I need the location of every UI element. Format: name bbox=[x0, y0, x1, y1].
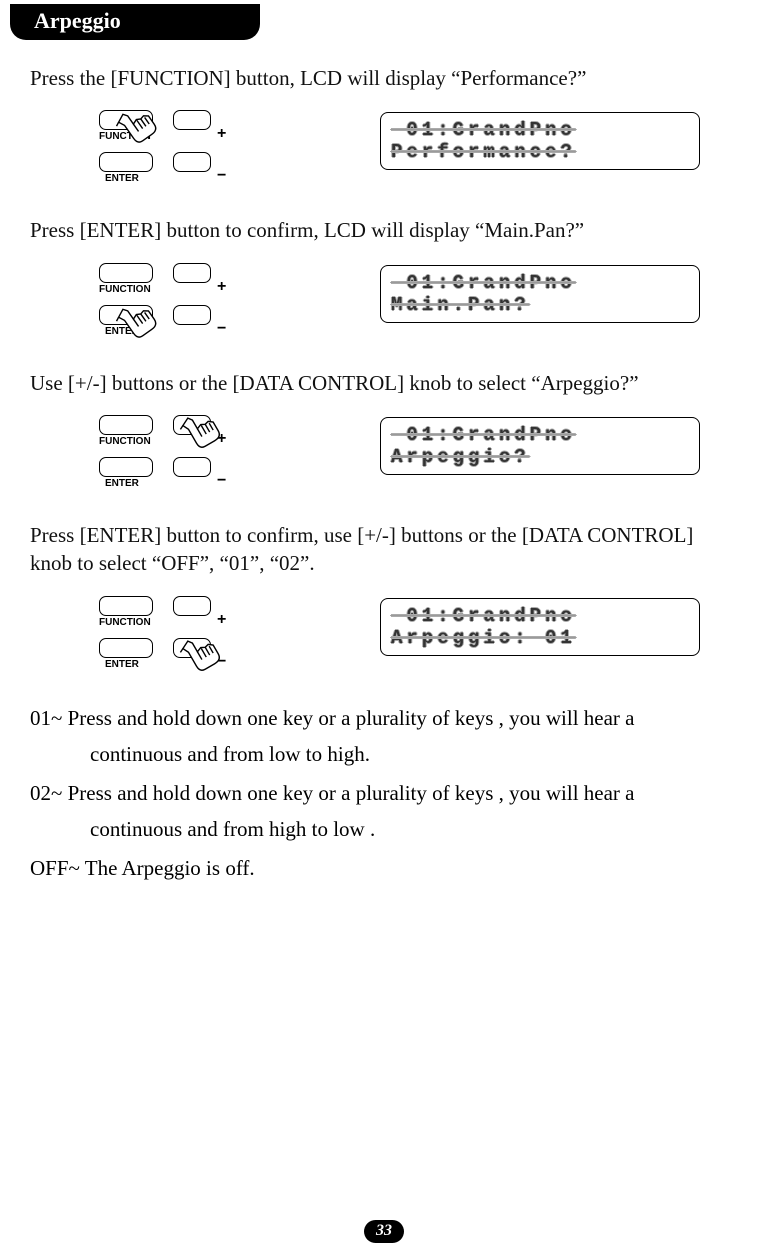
plus-button[interactable] bbox=[173, 596, 211, 616]
button-panel-3: FUNCTION ENTER + − bbox=[95, 413, 285, 491]
function-button[interactable] bbox=[99, 415, 153, 435]
hand-icon bbox=[109, 96, 165, 152]
lcd-3: 01:GrandPno Arpeggio? bbox=[380, 417, 700, 475]
lcd-1: 01:GrandPno Performance? bbox=[380, 112, 700, 170]
enter-button[interactable] bbox=[99, 457, 153, 477]
step-row-1: FUNCTION ENTER + − 01:GrandPno Performan… bbox=[0, 102, 768, 192]
lcd-line: 01:GrandPno bbox=[391, 605, 689, 627]
minus-sign: − bbox=[217, 168, 226, 184]
lcd-line: Main.Pan? bbox=[391, 294, 689, 316]
instruction-1: Press the [FUNCTION] button, LCD will di… bbox=[30, 64, 738, 92]
enter-label: ENTER bbox=[105, 174, 139, 184]
function-button[interactable] bbox=[99, 596, 153, 616]
minus-button[interactable] bbox=[173, 457, 211, 477]
plus-sign: + bbox=[217, 612, 226, 628]
button-panel-4: FUNCTION ENTER + − bbox=[95, 594, 285, 672]
page-number: 33 bbox=[364, 1220, 404, 1243]
step-row-3: FUNCTION ENTER + − 01:GrandPno Arpeggio? bbox=[0, 407, 768, 497]
plus-sign: + bbox=[217, 279, 226, 295]
button-panel-2: FUNCTION ENTER + − bbox=[95, 261, 285, 339]
desc-01-line2: continuous and from low to high. bbox=[90, 738, 370, 771]
desc-02-line1: 02~ Press and hold down one key or a plu… bbox=[30, 777, 738, 810]
desc-01-line1: 01~ Press and hold down one key or a plu… bbox=[30, 702, 738, 735]
hand-icon bbox=[109, 291, 165, 347]
button-panel-1: FUNCTION ENTER + − bbox=[95, 108, 285, 186]
plus-sign: + bbox=[217, 126, 226, 142]
enter-button[interactable] bbox=[99, 638, 153, 658]
minus-sign: − bbox=[217, 473, 226, 489]
function-button[interactable] bbox=[99, 263, 153, 283]
instruction-3: Use [+/-] buttons or the [DATA CONTROL] … bbox=[30, 369, 738, 397]
enter-button[interactable] bbox=[99, 152, 153, 172]
minus-button[interactable] bbox=[173, 152, 211, 172]
lcd-2: 01:GrandPno Main.Pan? bbox=[380, 265, 700, 323]
lcd-line: Arpeggio? bbox=[391, 446, 689, 468]
hand-icon bbox=[174, 402, 229, 457]
desc-off: OFF~ The Arpeggio is off. bbox=[30, 852, 738, 885]
plus-button[interactable] bbox=[173, 110, 211, 130]
step-row-2: FUNCTION ENTER + − 01:GrandPno Main.Pan? bbox=[0, 255, 768, 345]
desc-02-line2: continuous and from high to low . bbox=[90, 813, 375, 846]
instruction-2: Press [ENTER] button to confirm, LCD wil… bbox=[30, 216, 738, 244]
lcd-line: 01:GrandPno bbox=[391, 272, 689, 294]
lcd-line: Arpeggio: 01 bbox=[391, 627, 689, 649]
function-label: FUNCTION bbox=[99, 618, 151, 628]
lcd-4: 01:GrandPno Arpeggio: 01 bbox=[380, 598, 700, 656]
lcd-line: Performance? bbox=[391, 141, 689, 163]
enter-label: ENTER bbox=[105, 660, 139, 670]
hand-icon bbox=[174, 624, 229, 679]
minus-button[interactable] bbox=[173, 305, 211, 325]
enter-label: ENTER bbox=[105, 479, 139, 489]
lcd-line: 01:GrandPno bbox=[391, 119, 689, 141]
step-row-4: FUNCTION ENTER + − 01:GrandPno Arpeggio:… bbox=[0, 588, 768, 678]
section-header: Arpeggio bbox=[10, 4, 260, 40]
lcd-line: 01:GrandPno bbox=[391, 424, 689, 446]
minus-sign: − bbox=[217, 321, 226, 337]
instruction-4: Press [ENTER] button to confirm, use [+/… bbox=[30, 521, 738, 578]
function-label: FUNCTION bbox=[99, 437, 151, 447]
plus-button[interactable] bbox=[173, 263, 211, 283]
